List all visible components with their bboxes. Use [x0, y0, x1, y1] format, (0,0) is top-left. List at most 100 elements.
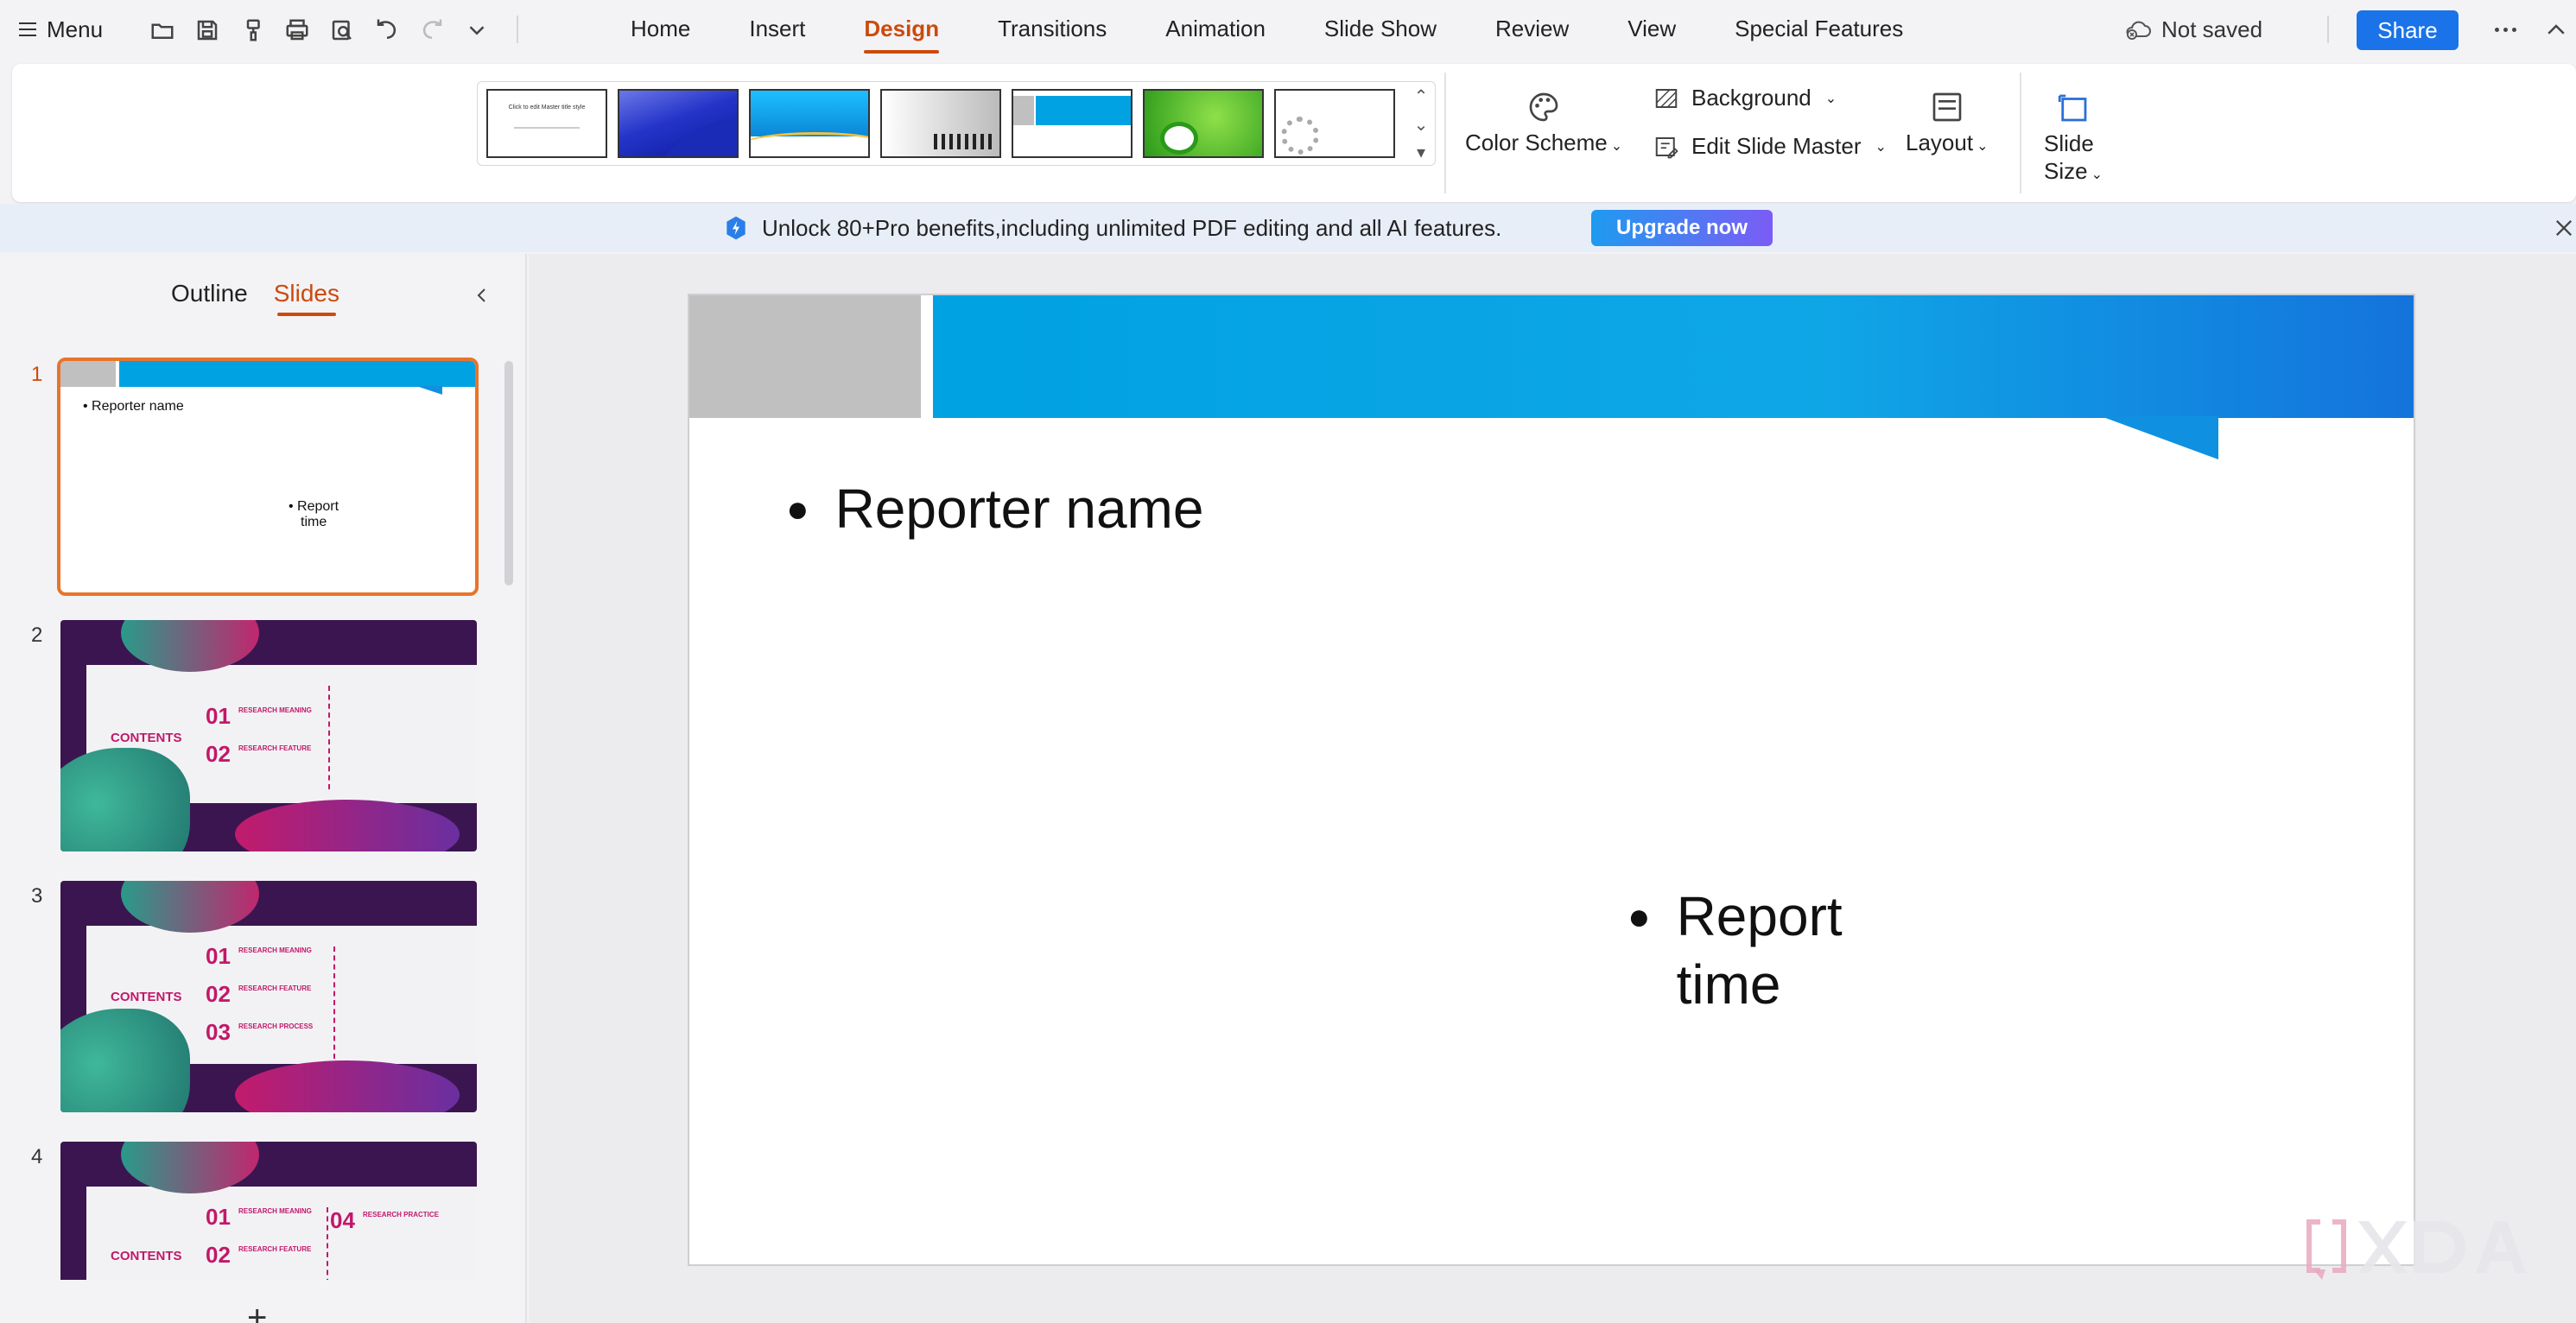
thumb-item-label: RESEARCH PROCESS [238, 1022, 314, 1030]
slide-number: 3 [31, 884, 43, 908]
thumb-item-label: RESEARCH PRACTICE [363, 1211, 440, 1219]
chevron-down-icon[interactable] [463, 16, 491, 44]
thumb-item-label: RESEARCH FEATURE [238, 744, 312, 752]
slide-subtitle-placeholder[interactable]: ● Report time [1627, 883, 1843, 1020]
bullet-icon: ● [786, 488, 809, 530]
thumb-divider [333, 946, 335, 1059]
layout-label: Layout [1906, 130, 1974, 155]
gallery-expand-icon[interactable]: ▾ [1417, 142, 1425, 163]
layout-icon [1932, 92, 1962, 122]
chevron-down-icon: ⌄ [1875, 139, 1887, 155]
panel-tabs: Outline Slides [171, 280, 339, 316]
slide-title-placeholder[interactable]: ● Reporter name [786, 475, 1203, 543]
slide-number: 1 [31, 363, 43, 386]
edit-master-icon [1655, 136, 1678, 158]
close-icon[interactable] [2552, 216, 2576, 240]
theme-thumb-master[interactable]: Click to edit Master title style [486, 89, 607, 158]
tab-review[interactable]: Review [1495, 12, 1569, 48]
bullet-icon: ● [1627, 896, 1651, 938]
slide-title: Reporter name [834, 478, 1204, 540]
thumb-blue-tab [416, 386, 442, 395]
theme-thumb-gears[interactable] [1274, 89, 1395, 158]
save-icon[interactable] [194, 16, 221, 44]
chevron-down-icon: ⌄ [1976, 139, 1989, 154]
edit-master-label: Edit Slide Master [1691, 133, 1862, 159]
open-folder-icon[interactable] [149, 16, 176, 44]
slide-thumbnail-1[interactable]: • Reporter name • Report time [57, 358, 479, 596]
color-scheme-button[interactable]: Color Scheme ⌄ [1465, 90, 1622, 156]
slide-thumbnail-3[interactable]: CONTENTS 01 RESEARCH MEANING 02 RESEARCH… [60, 881, 477, 1112]
background-label: Background [1691, 85, 1811, 111]
print-preview-icon[interactable] [328, 16, 356, 44]
gallery-scroll: ⌃ ⌄ ▾ [1409, 85, 1433, 163]
current-slide[interactable]: ● Reporter name ● Report time [688, 294, 2415, 1266]
add-slide-icon[interactable]: + [247, 1299, 267, 1323]
share-button[interactable]: Share [2357, 10, 2459, 50]
background-button[interactable]: Background ⌄ [1652, 85, 1837, 111]
thumb-subtitle: • Report time [289, 499, 339, 529]
thumb-leaf [121, 1142, 259, 1193]
thumb-item-label: RESEARCH FEATURE [238, 1245, 312, 1253]
tab-outline[interactable]: Outline [171, 280, 248, 307]
tab-insert[interactable]: Insert [749, 12, 805, 48]
thumb-item-num: 01 [206, 1204, 231, 1230]
layout-button[interactable]: Layout ⌄ [1906, 90, 1988, 156]
redo-icon[interactable] [418, 16, 446, 44]
menu-bar: Menu Home Insert Design Transitions Anim… [0, 0, 2576, 60]
thumb-item-num: 02 [206, 981, 231, 1007]
theme-thumb-shape [751, 132, 868, 156]
thumb-leaf [235, 800, 460, 851]
theme-thumb-shape [934, 134, 994, 149]
tab-slide-show[interactable]: Slide Show [1324, 12, 1437, 48]
thumb-band [86, 1187, 477, 1280]
theme-thumb-cyan-wave[interactable] [749, 89, 870, 158]
promo-text: Unlock 80+Pro benefits,including unlimit… [762, 214, 1502, 241]
thumb-item-num: 02 [206, 1242, 231, 1268]
slide-size-button[interactable]: Slide Size ⌄ [2044, 90, 2103, 189]
tab-animation[interactable]: Animation [1165, 12, 1266, 48]
format-painter-icon[interactable] [238, 16, 266, 44]
edit-slide-master-button[interactable]: Edit Slide Master ⌄ [1652, 133, 1887, 160]
thumb-title: • Reporter name [83, 399, 184, 414]
thumb-subtitle-line1: Report [297, 499, 339, 514]
theme-thumb-silhouette[interactable] [880, 89, 1001, 158]
tab-home[interactable]: Home [631, 12, 690, 48]
thumb-item-num: 01 [206, 943, 231, 969]
tab-special-features[interactable]: Special Features [1735, 12, 1903, 48]
collapse-ribbon-icon[interactable] [2543, 17, 2569, 43]
undo-icon[interactable] [373, 16, 401, 44]
tab-slides[interactable]: Slides [274, 280, 339, 316]
theme-thumb-green[interactable] [1143, 89, 1264, 158]
thumb-title-text: Reporter name [92, 399, 184, 414]
theme-thumb-shape [1013, 96, 1034, 125]
gallery-up-icon[interactable]: ⌃ [1414, 85, 1429, 107]
theme-thumb-shape [1036, 96, 1131, 125]
thumb-blue-bar [119, 361, 475, 387]
collapse-panel-icon[interactable] [472, 285, 492, 306]
upgrade-now-button[interactable]: Upgrade now [1591, 210, 1773, 246]
tab-view[interactable]: View [1627, 12, 1676, 48]
slide-size-icon [2058, 94, 2087, 122]
tab-transitions[interactable]: Transitions [998, 12, 1107, 48]
design-ribbon: Click to edit Master title style ⌃ ⌄ ▾ C… [12, 64, 2576, 202]
panel-scrollbar[interactable] [504, 361, 513, 586]
slide-thumbnail-4[interactable]: CONTENTS 01 RESEARCH MEANING 02 RESEARCH… [60, 1142, 477, 1280]
thumb-leaf [121, 881, 259, 933]
thumb-divider [328, 686, 330, 789]
tab-design[interactable]: Design [864, 12, 939, 54]
theme-thumb-blue-wave[interactable] [618, 89, 739, 158]
theme-thumb-shape [644, 103, 737, 156]
save-status[interactable]: Not saved [2123, 14, 2262, 45]
pro-badge-icon [726, 216, 746, 240]
thumb-design: CONTENTS 01 RESEARCH MEANING 02 RESEARCH… [60, 620, 477, 851]
chevron-down-icon: ⌄ [1610, 139, 1623, 154]
slide-thumbnail-2[interactable]: CONTENTS 01 RESEARCH MEANING 02 RESEARCH… [60, 620, 477, 851]
more-options-icon[interactable] [2488, 14, 2522, 45]
gallery-down-icon[interactable]: ⌄ [1414, 114, 1429, 136]
thumb-item-num: 02 [206, 741, 231, 767]
print-icon[interactable] [283, 16, 311, 44]
menu-button[interactable]: Menu [19, 14, 103, 45]
ribbon-divider [2020, 73, 2021, 193]
thumb-item-label: RESEARCH FEATURE [238, 984, 312, 992]
theme-thumb-grey-blue[interactable] [1012, 89, 1133, 158]
